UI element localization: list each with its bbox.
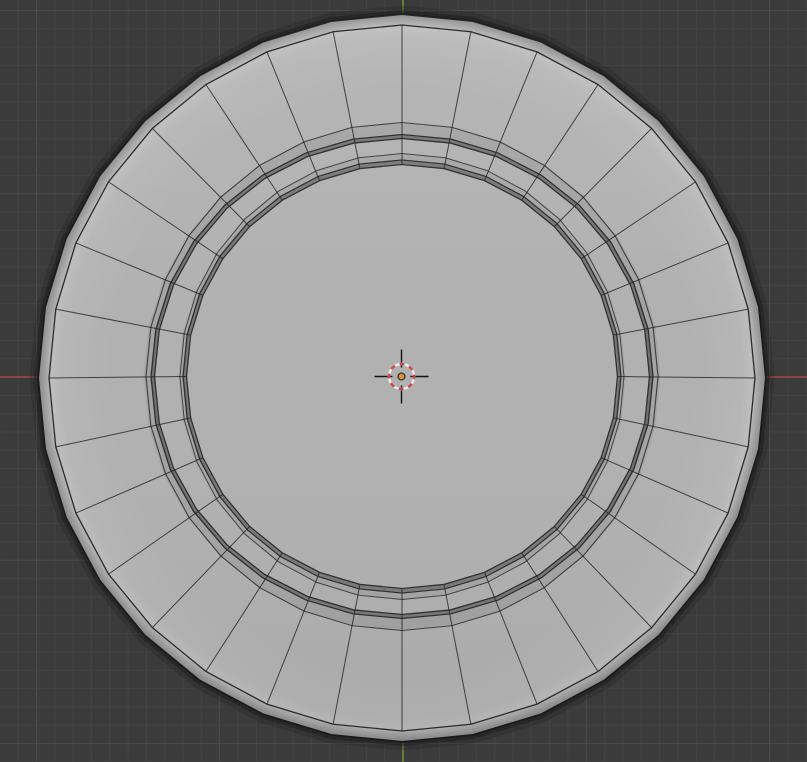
cursor-center-dot (398, 373, 405, 380)
viewport-canvas[interactable] (0, 0, 807, 762)
blender-viewport[interactable] (0, 0, 807, 762)
